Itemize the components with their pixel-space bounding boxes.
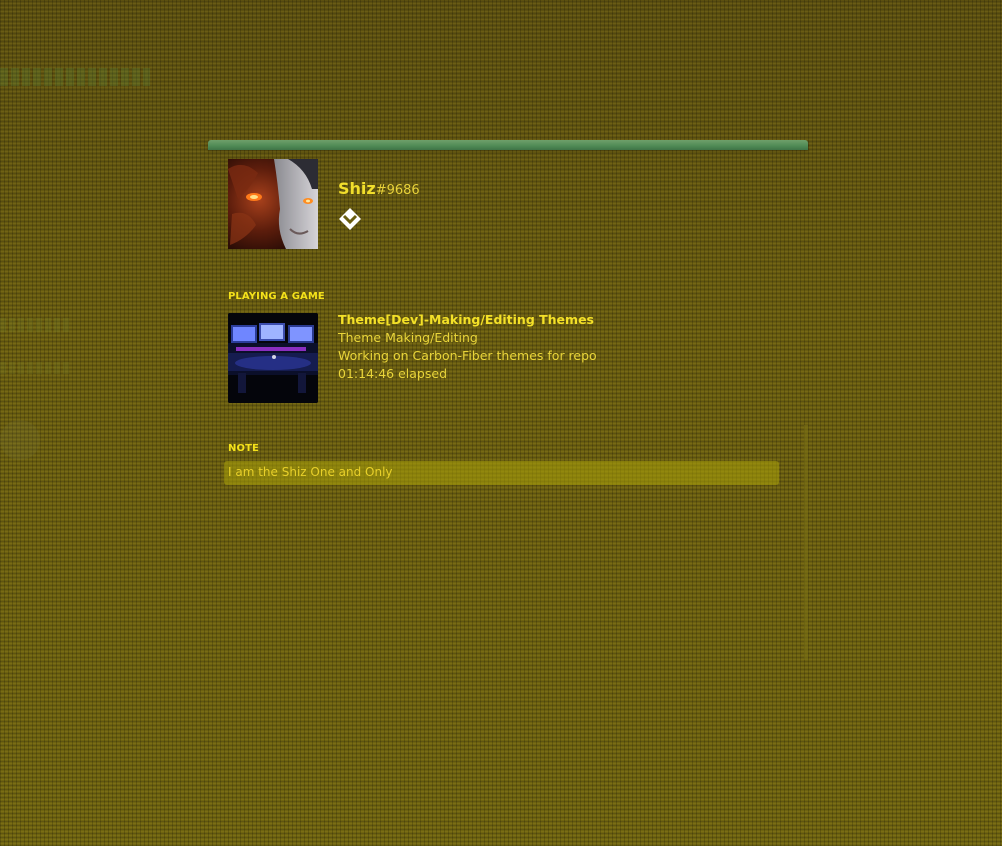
avatar[interactable] xyxy=(228,159,318,249)
game-image-picture xyxy=(228,313,318,403)
avatar-image xyxy=(228,159,318,249)
activity-details-text: Theme Making/Editing xyxy=(338,330,478,345)
game-image xyxy=(228,313,318,403)
user-profile-modal: Shiz#9686 PLAYING A GAME Theme[Dev]-Maki xyxy=(208,140,808,660)
background-ghost-shape xyxy=(0,420,40,460)
hypesquad-balance-icon[interactable] xyxy=(338,207,362,231)
activity-elapsed: 01:14:46 elapsed xyxy=(338,366,448,381)
background-ghost-text xyxy=(0,318,70,332)
activity-header: PLAYING A GAME xyxy=(228,291,325,302)
username[interactable]: Shiz xyxy=(338,179,376,198)
activity-details: Theme[Dev]-Making/Editing Themes Theme M… xyxy=(338,311,778,383)
activity-name: Theme[Dev]-Making/Editing Themes xyxy=(338,312,594,327)
note-header: NOTE xyxy=(228,443,259,454)
background-ghost-text xyxy=(0,68,150,86)
modal-header-bar xyxy=(208,140,808,150)
note-field[interactable]: I am the Shiz One and Only xyxy=(224,461,779,485)
discriminator: #9686 xyxy=(375,183,420,198)
background-ghost-text xyxy=(0,362,70,374)
username-row: Shiz#9686 xyxy=(338,178,420,202)
modal-scrollbar-track[interactable] xyxy=(804,425,808,660)
activity-state: Working on Carbon-Fiber themes for repo xyxy=(338,348,597,363)
